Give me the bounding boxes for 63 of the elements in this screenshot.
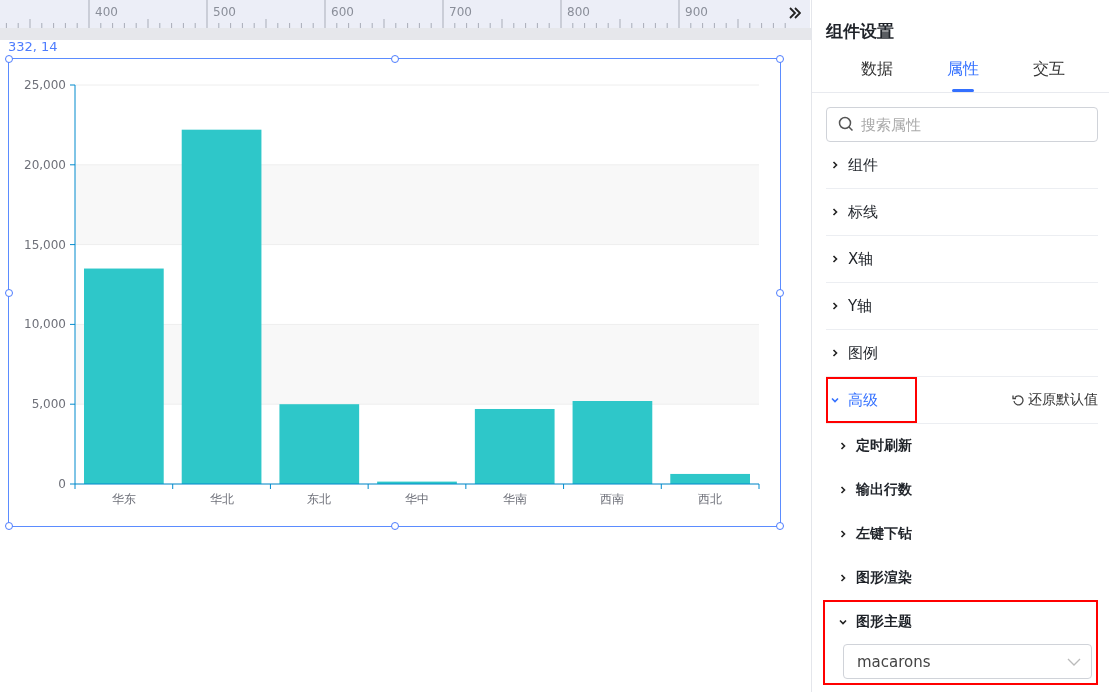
y-axis-label: 20,000 (24, 157, 66, 172)
ruler-label: 500 (213, 5, 236, 19)
highlighted-section[interactable]: 高级 (826, 377, 917, 423)
subsection-header[interactable]: 输出行数 (823, 468, 1098, 512)
ruler-label: 800 (567, 5, 590, 19)
y-axis-label: 5,000 (31, 397, 66, 412)
subsection-label: 输出行数 (856, 481, 912, 499)
x-axis-label: 东北 (307, 492, 332, 506)
x-axis-label: 西南 (600, 492, 625, 506)
position-label: 332, 14 (8, 39, 58, 54)
subsection-header[interactable]: 图形主题 (823, 600, 1098, 644)
section-header[interactable]: 标线 (826, 189, 878, 235)
theme-select[interactable]: macarons (843, 644, 1092, 679)
resize-handle[interactable] (5, 522, 13, 530)
section-label: X轴 (848, 249, 874, 269)
x-axis-label: 华北 (209, 492, 234, 506)
x-axis-label: 华南 (502, 492, 527, 506)
panel-title: 组件设置 (825, 20, 895, 43)
tab[interactable]: 数据 (834, 46, 920, 92)
ruler-label: 900 (685, 5, 708, 19)
selection-frame[interactable]: 0 5,000 10,000 15,000 20,000 25,000 华东 华北 东北 华中 华南 西南 西北 (8, 58, 781, 527)
search-field[interactable]: 搜索属性 (826, 107, 1098, 142)
section-label: 组件 (848, 155, 878, 175)
section-header[interactable]: 图例 (826, 330, 878, 376)
select-value: macarons (857, 652, 931, 671)
section-label: 高级 (848, 390, 878, 410)
subsection-label: 左键下钻 (856, 525, 912, 543)
resize-handle[interactable] (5, 55, 13, 63)
section-label: 图例 (848, 343, 878, 363)
reset-button[interactable]: 还原默认值 (1012, 391, 1098, 409)
subsection-label: 图形渲染 (856, 569, 912, 587)
y-axis-label: 10,000 (24, 317, 66, 332)
section-header[interactable]: X轴 (826, 236, 874, 282)
y-axis-label: 25,000 (24, 78, 66, 92)
resize-handle[interactable] (776, 522, 784, 530)
ruler-label: 700 (449, 5, 472, 19)
resize-handle[interactable] (390, 522, 399, 530)
ruler-label: 400 (95, 5, 118, 19)
subsection-header[interactable]: 定时刷新 (823, 424, 1098, 468)
subsection-label: 定时刷新 (856, 437, 912, 455)
y-axis-label: 0 (58, 477, 66, 491)
tab[interactable]: 交互 (1006, 46, 1092, 92)
double-chevron-icon[interactable] (789, 7, 801, 19)
resize-handle[interactable] (5, 288, 13, 297)
section-header[interactable]: 组件 (826, 142, 878, 188)
resize-handle[interactable] (776, 288, 784, 297)
section-header[interactable]: Y轴 (826, 283, 873, 329)
undo-icon (1012, 393, 1025, 407)
ruler-label: 600 (331, 5, 354, 19)
subsection-label: 图形主题 (856, 613, 912, 631)
tab[interactable]: 属性 (920, 46, 1006, 92)
subsection-header[interactable]: 图形渲染 (823, 556, 1098, 600)
subsection-header[interactable]: 左键下钻 (823, 512, 1098, 556)
section-label: Y轴 (848, 296, 873, 316)
chevron-down-icon (1067, 657, 1081, 666)
x-axis-label: 华中 (405, 492, 429, 506)
resize-handle[interactable] (776, 55, 784, 63)
search-icon (838, 116, 854, 132)
section-label: 标线 (848, 202, 878, 222)
y-axis-label: 15,000 (24, 237, 66, 252)
resize-handle[interactable] (390, 55, 399, 63)
x-axis-label: 西北 (698, 492, 723, 506)
x-axis-label: 华东 (111, 492, 136, 506)
